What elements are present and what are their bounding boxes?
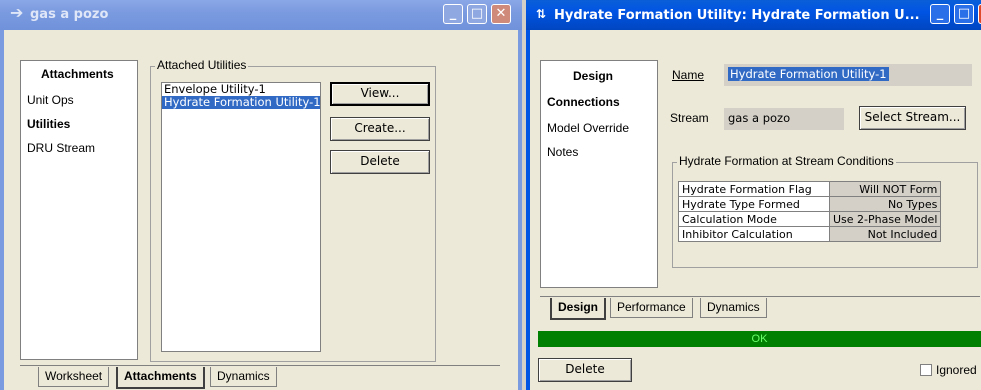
hydrate-results-table: Hydrate Formation Flag Will NOT Form Hyd…: [678, 181, 942, 242]
tab-attachments[interactable]: Attachments: [116, 367, 205, 389]
nav-header-attachments: Attachments: [41, 67, 114, 81]
utilities-list[interactable]: Envelope Utility-1 Hydrate Formation Uti…: [161, 82, 321, 352]
nav-header-design: Design: [573, 69, 614, 83]
nav-item-dru-stream[interactable]: DRU Stream: [27, 141, 95, 155]
status-bar: OK: [538, 331, 981, 347]
view-button[interactable]: View...: [330, 82, 430, 106]
nav-item-unit-ops[interactable]: Unit Ops: [27, 93, 74, 107]
ignored-checkbox[interactable]: [920, 364, 932, 376]
stream-field: gas a pozo: [724, 108, 844, 130]
maximize-button[interactable]: □: [467, 4, 487, 24]
minimize-button[interactable]: _: [443, 4, 463, 24]
nav-item-connections[interactable]: Connections: [547, 95, 620, 109]
nav-item-model-override[interactable]: Model Override: [547, 121, 629, 135]
name-value: Hydrate Formation Utility-1: [728, 67, 889, 81]
hydrate-window-titlebar[interactable]: ⇅ Hydrate Formation Utility: Hydrate For…: [526, 0, 981, 30]
tab-worksheet[interactable]: Worksheet: [38, 367, 110, 387]
stream-window-titlebar[interactable]: ➔ gas a pozo _ □ ✕: [0, 0, 522, 30]
tab-dynamics[interactable]: Dynamics: [210, 367, 277, 387]
delete-button[interactable]: Delete: [330, 150, 430, 174]
tab-performance[interactable]: Performance: [610, 298, 693, 318]
table-row: Hydrate Type Formed No Types: [678, 196, 942, 212]
hydrate-conditions-label: Hydrate Formation at Stream Conditions: [677, 154, 896, 168]
stream-arrow-icon: ➔: [10, 3, 24, 22]
close-button[interactable]: ✕: [491, 4, 511, 24]
utility-icon: ⇅: [536, 7, 547, 21]
select-stream-button[interactable]: Select Stream...: [859, 106, 966, 130]
attached-utilities-label: Attached Utilities: [155, 58, 249, 72]
name-label: Name: [672, 68, 705, 82]
table-row: Inhibitor Calculation Not Included: [678, 226, 942, 242]
hydrate-window: ⇅ Hydrate Formation Utility: Hydrate For…: [526, 0, 981, 390]
table-row: Calculation Mode Use 2-Phase Model: [678, 211, 942, 227]
create-button[interactable]: Create...: [330, 117, 430, 141]
maximize-button[interactable]: □: [954, 4, 974, 24]
name-field[interactable]: Hydrate Formation Utility-1: [724, 64, 972, 86]
stream-label: Stream: [670, 111, 709, 125]
hydrate-window-title: Hydrate Formation Utility: Hydrate Forma…: [554, 8, 920, 23]
ignored-label: Ignored: [936, 363, 977, 377]
nav-item-utilities[interactable]: Utilities: [27, 117, 70, 131]
table-row: Hydrate Formation Flag Will NOT Form: [678, 181, 942, 197]
design-nav-panel: Design Connections Model Override Notes: [540, 60, 658, 288]
minimize-button[interactable]: _: [930, 4, 950, 24]
nav-item-notes[interactable]: Notes: [547, 145, 578, 159]
status-text: OK: [751, 333, 768, 345]
tab-dynamics[interactable]: Dynamics: [700, 298, 767, 318]
delete-utility-button[interactable]: Delete: [538, 358, 632, 382]
stream-window-title: gas a pozo: [30, 7, 109, 22]
attachments-nav-panel: Attachments Unit Ops Utilities DRU Strea…: [20, 60, 138, 360]
tab-design[interactable]: Design: [550, 298, 607, 320]
stream-window: ➔ gas a pozo _ □ ✕ Attachments Unit Ops …: [0, 0, 522, 390]
list-item[interactable]: Hydrate Formation Utility-1: [162, 96, 321, 109]
